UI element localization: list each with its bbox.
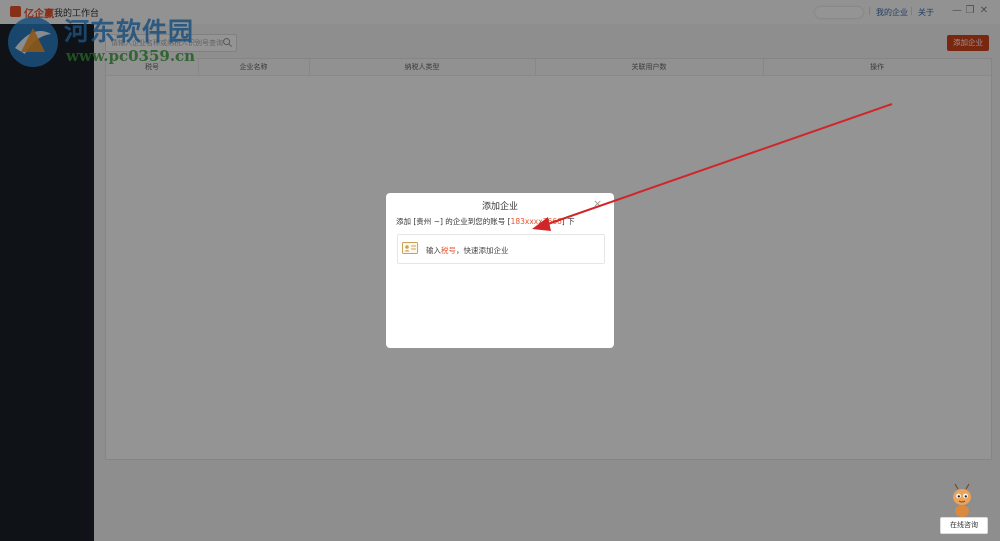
ant-mascot-icon[interactable] <box>944 483 980 519</box>
online-consult-button[interactable]: 在线咨询 <box>940 517 988 534</box>
annotation-arrow <box>532 103 893 231</box>
